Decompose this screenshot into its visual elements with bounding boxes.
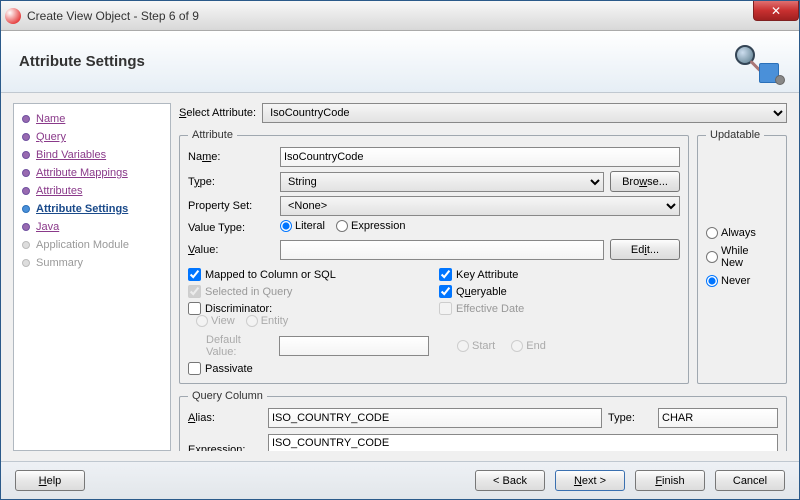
step-application-module: Application Module (14, 236, 170, 254)
alias-label: Alias: (188, 412, 262, 424)
never-radio[interactable]: Never (706, 275, 770, 287)
select-attribute-dropdown[interactable]: IsoCountryCode (262, 103, 787, 123)
back-button[interactable]: < Back (475, 470, 545, 491)
value-field[interactable] (280, 240, 604, 260)
banner-graphic (731, 41, 781, 85)
step-query[interactable]: Query (14, 128, 170, 146)
property-set-label: Property Set: (188, 200, 274, 212)
step-summary: Summary (14, 254, 170, 272)
qc-type-field[interactable] (658, 408, 778, 428)
finish-button[interactable]: Finish (635, 470, 705, 491)
titlebar: Create View Object - Step 6 of 9 ✕ (1, 1, 799, 31)
step-java[interactable]: Java (14, 218, 170, 236)
middle-columns: Attribute Name: Type: String Browse... P… (179, 127, 787, 384)
alias-field[interactable] (268, 408, 602, 428)
expression-radio[interactable]: Expression (336, 220, 405, 232)
always-radio[interactable]: Always (706, 227, 770, 239)
step-attribute-settings[interactable]: Attribute Settings (14, 200, 170, 218)
page-title: Attribute Settings (19, 53, 145, 70)
wizard-window: Create View Object - Step 6 of 9 ✕ Attri… (0, 0, 800, 500)
value-label: Value: (188, 244, 274, 256)
passivate-checkbox[interactable]: Passivate (188, 362, 680, 375)
selected-in-query-checkbox: Selected in Query (188, 285, 429, 298)
default-value-label: Default Value: (206, 334, 271, 358)
step-bind-variables[interactable]: Bind Variables (14, 146, 170, 164)
select-attribute-row: Select Attribute: IsoCountryCode (179, 103, 787, 123)
edit-button[interactable]: Edit... (610, 239, 680, 260)
value-type-label: Value Type: (188, 222, 274, 234)
banner: Attribute Settings (1, 31, 799, 93)
help-button[interactable]: Help (15, 470, 85, 491)
query-column-legend: Query Column (188, 390, 267, 402)
start-radio: Start (457, 340, 495, 352)
gear-icon (775, 75, 785, 85)
expression-field[interactable] (268, 434, 778, 451)
app-icon (5, 8, 21, 24)
type-label: Type: (188, 176, 274, 188)
default-value-field (279, 336, 429, 356)
property-set-dropdown[interactable]: <None> (280, 196, 680, 216)
window-title: Create View Object - Step 6 of 9 (27, 9, 199, 23)
name-label: Name: (188, 151, 274, 163)
next-button[interactable]: Next > (555, 470, 625, 491)
effective-date-checkbox: Effective Date (439, 302, 680, 315)
magnifier-icon (735, 45, 755, 65)
query-column-group: Query Column Alias: Type: Expression: (179, 390, 787, 451)
name-field[interactable] (280, 147, 680, 167)
effective-date-row: Effective Date (439, 302, 680, 330)
attribute-legend: Attribute (188, 129, 237, 141)
attribute-group: Attribute Name: Type: String Browse... P… (179, 129, 689, 384)
discriminator-row: Discriminator: View Entity (188, 302, 429, 330)
view-radio: View (196, 315, 235, 327)
expression-label: Expression: (188, 444, 262, 451)
step-attribute-mappings[interactable]: Attribute Mappings (14, 164, 170, 182)
close-icon[interactable]: ✕ (753, 1, 799, 21)
mapped-checkbox[interactable]: Mapped to Column or SQL (188, 268, 429, 281)
queryable-checkbox[interactable]: Queryable (439, 285, 680, 298)
button-bar: Help < Back Next > Finish Cancel (1, 461, 799, 499)
browse-button[interactable]: Browse... (610, 171, 680, 192)
default-value-row: Default Value: (206, 334, 429, 358)
attribute-checks: Mapped to Column or SQL Key Attribute Se… (188, 268, 680, 375)
entity-radio: Entity (246, 315, 289, 327)
discriminator-checkbox[interactable]: Discriminator: (188, 302, 429, 315)
main-panel: Select Attribute: IsoCountryCode Attribu… (179, 103, 787, 451)
type-dropdown[interactable]: String (280, 172, 604, 192)
step-attributes[interactable]: Attributes (14, 182, 170, 200)
start-end-row: Start End (457, 334, 680, 358)
cancel-button[interactable]: Cancel (715, 470, 785, 491)
updatable-group: Updatable Always While New Never (697, 129, 787, 384)
qc-type-label: Type: (608, 412, 652, 424)
end-radio: End (511, 340, 546, 352)
updatable-legend: Updatable (706, 129, 764, 141)
key-attribute-checkbox[interactable]: Key Attribute (439, 268, 680, 281)
literal-radio[interactable]: Literal (280, 220, 325, 232)
value-type-radios: Literal Expression (280, 220, 680, 235)
select-attribute-label: Select Attribute: (179, 107, 256, 119)
step-name[interactable]: Name (14, 110, 170, 128)
content-area: Name Query Bind Variables Attribute Mapp… (1, 93, 799, 461)
wizard-steps: Name Query Bind Variables Attribute Mapp… (13, 103, 171, 451)
while-new-radio[interactable]: While New (706, 245, 770, 269)
